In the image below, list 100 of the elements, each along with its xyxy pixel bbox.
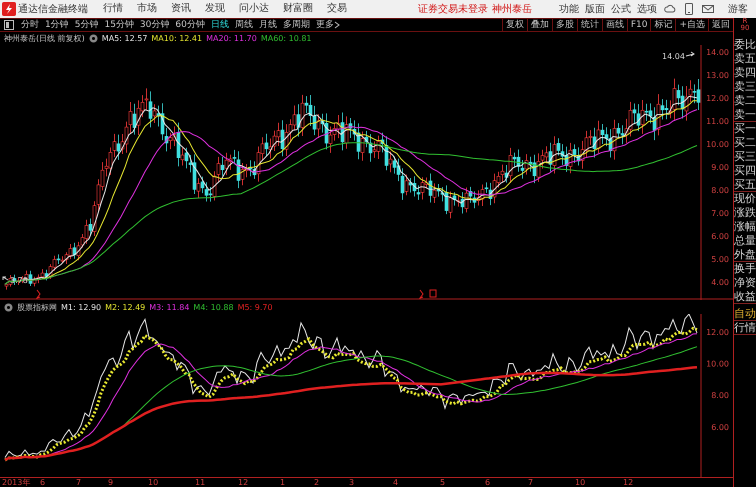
period-tab[interactable]: 30分钟 (136, 19, 172, 31)
menu-item[interactable]: 问小达 (232, 0, 276, 18)
quote-field-label: 现价 (734, 192, 756, 206)
menu-item[interactable]: 公式 (608, 2, 634, 16)
period-tab[interactable]: 周线 (232, 19, 256, 31)
period-tab[interactable]: 60分钟 (172, 19, 208, 31)
price-axis-label: 7.00 (711, 209, 729, 218)
period-tab[interactable]: 5分钟 (72, 19, 102, 31)
price-axis-label: 4.00 (711, 278, 729, 287)
more-button[interactable]: 更多 (312, 19, 343, 31)
menu-item[interactable]: 资讯 (164, 0, 198, 18)
chart-tool-button[interactable]: 叠加 (526, 19, 552, 31)
ma-value: MA20: 11.70 (206, 33, 257, 45)
quote-field-label: 卖一 (734, 108, 756, 122)
chart-title: 股票指标网 (17, 302, 57, 314)
quote-field-label: 买一 (734, 122, 756, 136)
quote-field-label: 涨跌 (734, 206, 756, 220)
quote-field-label: 委比 (734, 38, 756, 52)
chevron-right-icon (334, 21, 340, 29)
chart-tool-button[interactable]: 返回 (708, 19, 733, 31)
quote-field-label: 卖五 (734, 52, 756, 66)
indicator-axis-label: 10.00 (706, 360, 729, 369)
chart-tool-button[interactable]: 画线 (602, 19, 627, 31)
date-axis-label: 3 (349, 478, 354, 487)
quote-field-label: 买五 (734, 178, 756, 192)
leader-line (2, 276, 8, 280)
date-axis-label: 4 (393, 478, 398, 487)
login-status: 证券交易未登录 (418, 2, 488, 16)
menu-item[interactable]: 发现 (198, 0, 232, 18)
chart-tool-button[interactable]: +自选 (675, 19, 708, 31)
date-axis-label: 5 (440, 478, 446, 487)
quote-field-label: 收益 (734, 290, 756, 304)
menu-item[interactable]: 版面 (582, 2, 608, 16)
quote-field-label: 外盘 (734, 248, 756, 262)
cloud-icon[interactable] (664, 3, 676, 15)
side-button[interactable]: 行情 (734, 321, 756, 335)
envelope-icon[interactable] (702, 4, 714, 14)
menu-item[interactable]: 市场 (130, 0, 164, 18)
price-axis-label: 14.00 (706, 48, 729, 57)
low-price-label: 3.78 (10, 276, 28, 285)
menu-item[interactable]: 功能 (556, 2, 582, 16)
marker-icon (430, 290, 436, 298)
date-axis-label: 2 (314, 478, 320, 487)
gear-icon (88, 34, 98, 43)
quote-field-label: 卖二 (734, 94, 756, 108)
price-axis-label: 11.00 (706, 117, 729, 126)
indicator-value: M1: 12.90 (61, 302, 102, 314)
indicator-axis-label: 6.00 (711, 422, 729, 432)
date-axis-label: 7 (76, 478, 82, 487)
chart-tool-button[interactable]: 多股 (552, 19, 577, 31)
date-axis-label: 9 (108, 478, 114, 487)
quote-field-label: 买二 (734, 136, 756, 150)
ma-value: MA60: 10.81 (260, 33, 312, 45)
date-axis-label: 12 (238, 478, 248, 487)
ma-value: MA5: 12.57 (102, 33, 148, 45)
quote-field-label: 净资 (734, 276, 756, 290)
chart-tool-button[interactable]: 复权 (502, 19, 527, 31)
period-tab[interactable]: 分时 (18, 19, 42, 31)
period-tab[interactable]: 日线 (208, 19, 232, 31)
user-label[interactable]: 游客 (728, 2, 748, 16)
chart-tool-button[interactable]: 标记 (650, 19, 676, 31)
date-axis-label: 11 (195, 478, 206, 487)
period-tab[interactable]: 多周期 (280, 19, 313, 31)
price-axis-label: 9.00 (711, 163, 729, 172)
side-button[interactable]: 自动 (734, 307, 756, 321)
price-axis-label: 12.00 (706, 94, 729, 103)
chart-title: 神州泰岳(日线 前复权) (4, 33, 85, 45)
signal-marker-icon (36, 290, 41, 299)
stock-link[interactable]: 神州泰岳 (492, 2, 532, 16)
logo-icon (2, 2, 16, 16)
menu-item[interactable]: 财富圈 (276, 0, 320, 18)
menu-item[interactable]: 行情 (96, 0, 130, 18)
period-tab[interactable]: 月线 (256, 19, 280, 31)
gear-icon (4, 302, 13, 312)
date-axis-label: 6 (40, 478, 46, 487)
date-axis-label: 10 (575, 478, 586, 487)
indicator-axis-label: 8.00 (711, 391, 729, 400)
price-axis-label: 5.00 (711, 255, 729, 264)
quote-field-label: 换手 (734, 262, 756, 276)
quote-field-label: 卖四 (734, 66, 756, 80)
price-axis-label: 13.00 (706, 71, 729, 80)
menu-item[interactable]: 选项 (634, 2, 660, 16)
indicator-value: M4: 10.88 (193, 302, 234, 314)
indicator-axis-label: 12.00 (706, 328, 729, 337)
date-axis-label: 6 (485, 478, 490, 487)
quote-field-label: 买四 (734, 164, 756, 178)
period-tab[interactable]: 1分钟 (42, 19, 72, 31)
chart-tool-button[interactable]: 统计 (576, 19, 602, 31)
indicator-value: M3: 11.84 (149, 302, 190, 314)
signal-marker-icon (418, 290, 424, 299)
leader-line (686, 52, 695, 56)
chart-tool-button[interactable]: F10 (626, 19, 650, 31)
date-axis-label: 12 (623, 478, 634, 487)
quote-field-label: 总量 (734, 234, 756, 248)
indicator-value: M2: 12.49 (105, 302, 146, 314)
phone-icon[interactable] (684, 3, 694, 15)
menu-item[interactable]: 交易 (320, 0, 354, 18)
panel-toggle-icon[interactable] (4, 20, 14, 30)
date-axis-label: 1 (280, 478, 286, 487)
period-tab[interactable]: 15分钟 (101, 19, 137, 31)
